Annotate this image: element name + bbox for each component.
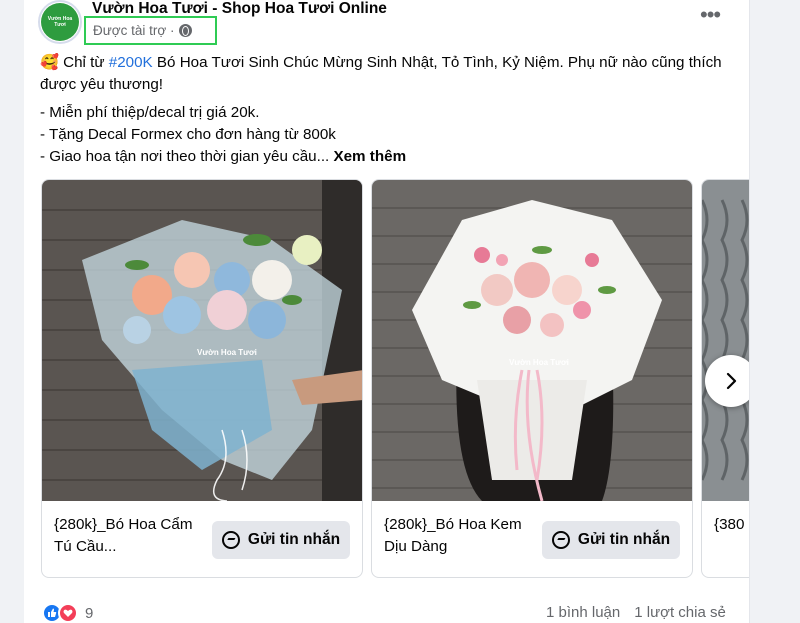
watermark: Vườn Hoa Tươi	[197, 348, 257, 357]
bullet-line: - Miễn phí thiệp/decal trị giá 20k.	[40, 104, 260, 121]
globe-icon	[178, 24, 192, 37]
send-message-button[interactable]: Gửi tin nhắn	[212, 521, 350, 559]
bullet-line: - Tặng Decal Formex cho đơn hàng từ 800k	[40, 126, 336, 143]
send-message-label: Gửi tin nhắn	[247, 531, 341, 548]
messenger-icon	[551, 531, 570, 549]
avatar-logo: Vườn Hoa Tươi	[41, 3, 79, 41]
product-carousel: Vườn Hoa Tươi {280k}_Bó Hoa Cẩm Tú Cầu..…	[41, 179, 749, 579]
share-count-link[interactable]: 1 lượt chia sẻ	[634, 604, 726, 621]
watermark: Vườn Hoa Tươi	[509, 358, 569, 367]
bullet-line: - Giao hoa tận nơi theo thời gian yêu cầ…	[40, 148, 407, 165]
see-more-link[interactable]: Xem thêm	[333, 148, 406, 165]
post-intro: 🥰 Chỉ từ #200K Bó Hoa Tươi Sinh Chúc Mừn…	[40, 54, 722, 93]
post-text: 🥰 Chỉ từ #200K Bó Hoa Tươi Sinh Chúc Mừn…	[40, 52, 730, 168]
carousel-next-button[interactable]	[705, 355, 749, 407]
messenger-icon	[221, 531, 240, 549]
page-avatar[interactable]: Vườn Hoa Tươi	[38, 0, 82, 44]
carousel-item[interactable]: Vườn Hoa Tươi {280k}_Bó Hoa Kem Dịu Dàng…	[371, 179, 693, 578]
product-caption[interactable]: {280k}_Bó Hoa Cẩm Tú Cầu...	[54, 514, 204, 558]
send-message-button[interactable]: Gửi tin nhắn	[542, 521, 680, 559]
product-caption[interactable]: {380 hoaT	[714, 514, 749, 536]
product-caption[interactable]: {280k}_Bó Hoa Kem Dịu Dàng	[384, 514, 534, 558]
love-reaction-icon	[58, 603, 78, 623]
hashtag-link[interactable]: #200K	[109, 54, 153, 71]
reactions-summary[interactable]: 9	[42, 603, 93, 623]
product-photo-blue-bouquet[interactable]: Vườn Hoa Tươi	[42, 180, 362, 501]
more-options-icon[interactable]: •••	[700, 4, 721, 26]
product-photo-pink-bouquet[interactable]: Vườn Hoa Tươi	[372, 180, 692, 501]
sponsored-label[interactable]: Được tài trợ ·	[84, 16, 217, 45]
reaction-count: 9	[85, 604, 94, 622]
ad-post-card: Vườn Hoa Tươi Vườn Hoa Tươi - Shop Hoa T…	[24, 0, 750, 623]
chevron-right-icon	[726, 372, 737, 390]
smiling-hearts-emoji: 🥰	[40, 54, 59, 71]
comment-count-link[interactable]: 1 bình luận	[546, 604, 620, 621]
carousel-item[interactable]: Vườn Hoa Tươi {280k}_Bó Hoa Cẩm Tú Cầu..…	[41, 179, 363, 578]
post-bullets: - Miễn phí thiệp/decal trị giá 20k. - Tặ…	[40, 102, 730, 168]
engagement-stats: 1 bình luận 1 lượt chia sẻ	[546, 604, 726, 621]
send-message-label: Gửi tin nhắn	[577, 531, 671, 548]
sponsored-text: Được tài trợ ·	[93, 23, 175, 38]
product-photo-partial[interactable]	[702, 180, 749, 501]
